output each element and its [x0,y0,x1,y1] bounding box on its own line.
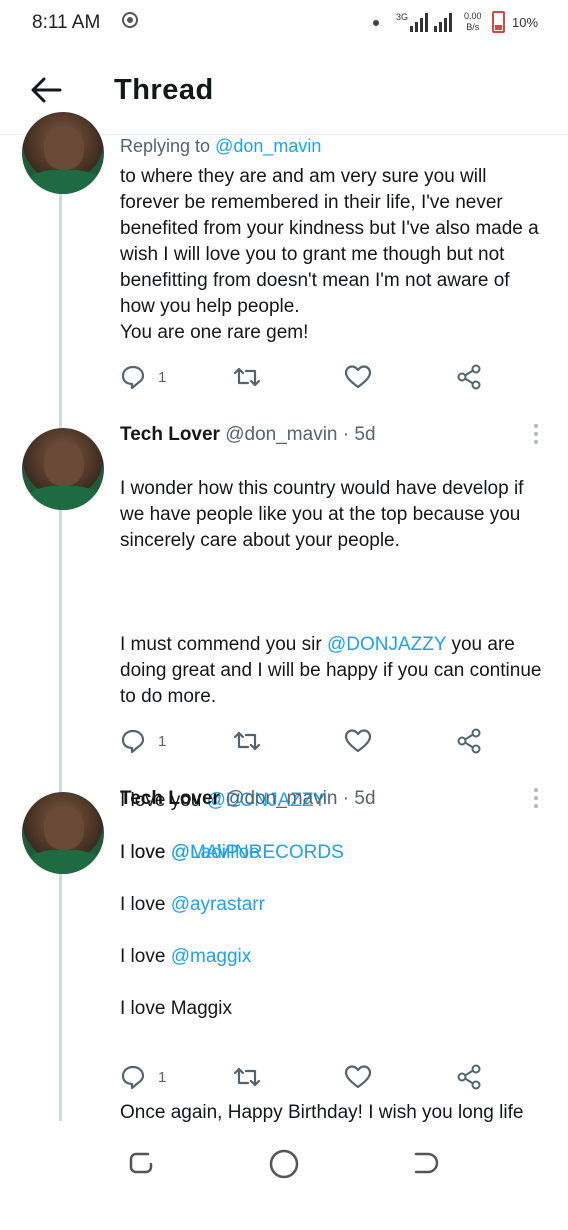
network-type: 3G [396,12,409,22]
retweet-icon [233,1067,261,1087]
tweet-paragraph: I must commend you sir @DONJAZZY you are… [120,632,545,710]
text-span: I must commend you sir [120,634,327,655]
retweet-icon [233,367,261,387]
home-icon[interactable] [268,1148,300,1180]
avatar[interactable] [22,112,104,194]
reply-count: 1 [158,368,167,386]
battery-percent: 10% [512,15,539,30]
tweet-header: Tech Lover @don_mavin · 5d [120,424,376,446]
user-handle: @don_mavin [225,424,338,445]
tweet-time: · 5d [342,788,376,809]
avatar[interactable] [22,792,104,874]
notification-dot-icon [373,20,379,26]
reply-count: 1 [158,1068,167,1086]
share-icon [457,364,481,390]
text-span: I love [120,842,171,863]
tweet-line: I love @maggix [120,944,545,970]
user-handle: @don_mavin [225,788,338,809]
text-span: I love [120,894,171,915]
retweet-icon [233,731,261,751]
text-span: I love [120,946,171,967]
heart-icon [344,365,372,389]
avatar[interactable] [22,428,104,510]
reply-icon [121,365,145,390]
replying-prefix: Replying to [120,136,216,156]
reply-icon [121,1065,145,1090]
status-time: 8:11 AM [32,12,101,33]
tweet-line: I love Maggix [120,998,232,1019]
network-speed: 0.00 B/s [464,11,482,33]
retweet-button[interactable] [232,726,262,756]
heart-icon [344,1065,372,1089]
reply-count: 1 [158,732,167,750]
replying-to: Replying to @don_mavin [120,136,321,157]
recent-apps-icon[interactable] [126,1148,156,1178]
tweet-header: Tech Lover @don_mavin · 5d [120,788,376,810]
tweet-line: I love @LadiPoe [120,840,545,866]
mention-link[interactable]: @LadiPoe [171,842,260,863]
like-button[interactable] [344,1062,372,1092]
reply-button[interactable]: 1 [120,362,166,392]
retweet-button[interactable] [232,1062,262,1092]
share-icon [457,1064,481,1090]
tweet-actions: 1 [120,362,500,392]
status-bar: 8:11 AM 3G 0.00 B/s 10% [0,0,568,48]
heart-icon [344,729,372,753]
battery-icon [492,11,505,33]
signal-icon-secondary [434,12,452,32]
back-arrow-icon[interactable] [30,76,62,104]
like-button[interactable] [344,726,372,756]
display-name[interactable]: Tech Lover [120,788,220,809]
reply-icon [121,729,145,754]
more-options-icon[interactable] [534,788,538,812]
mention-link[interactable]: @ayrastarr [171,894,265,915]
tweet-time: · 5d [342,424,376,445]
tweet-actions: 1 [120,1062,500,1092]
tweet-actions: 1 [120,726,500,756]
display-name[interactable]: Tech Lover [120,424,220,445]
speed-unit: B/s [466,22,480,32]
more-options-icon[interactable] [534,424,538,448]
like-button[interactable] [344,362,372,392]
share-button[interactable] [456,362,482,392]
replying-handle-link[interactable]: @don_mavin [215,136,321,156]
back-icon[interactable] [410,1148,440,1178]
mention-link[interactable]: @maggix [171,946,252,967]
share-icon [457,728,481,754]
speed-value: 0.00 [464,11,482,21]
page-title: Thread [114,74,214,106]
reply-button[interactable]: 1 [120,726,166,756]
system-navigation-bar [0,1124,568,1200]
reply-button[interactable]: 1 [120,1062,166,1092]
retweet-button[interactable] [232,362,262,392]
gear-icon [122,12,138,28]
mention-link[interactable]: @DONJAZZY [327,634,446,655]
tweet-line: I love @ayrastarr [120,892,545,918]
thread-connector-line [59,186,62,1121]
signal-icon [410,12,428,32]
share-button[interactable] [456,726,482,756]
tweet-text: to where they are and am very sure you w… [120,166,539,343]
share-button[interactable] [456,1062,482,1092]
tweet-paragraph: I wonder how this country would have dev… [120,478,524,551]
